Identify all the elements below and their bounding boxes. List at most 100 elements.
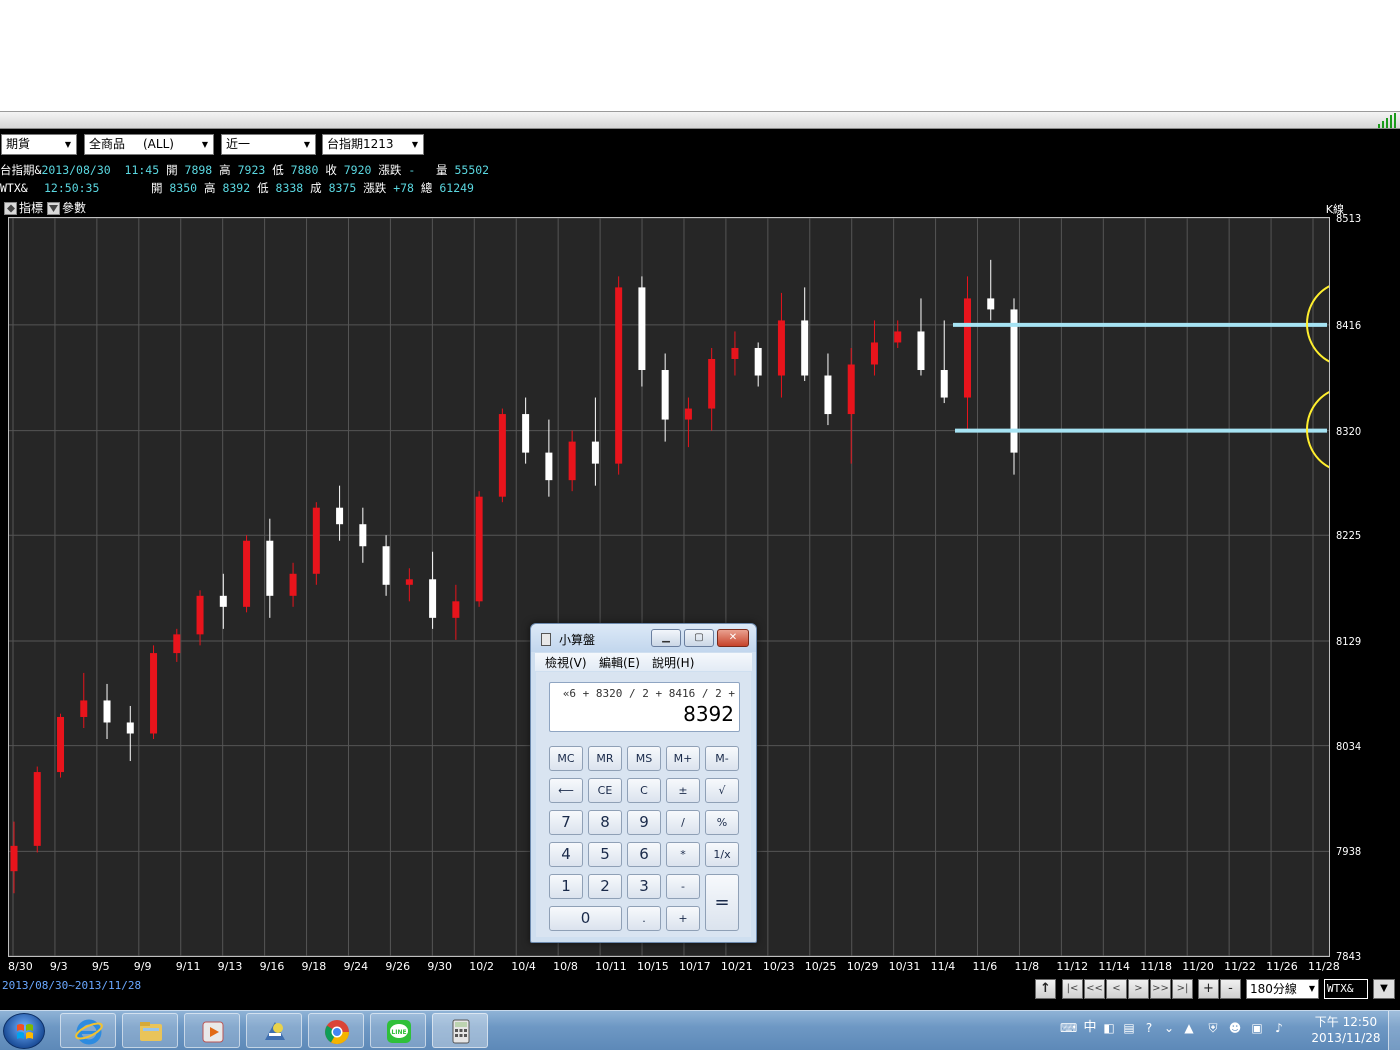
maximize-button[interactable]: ▢ [684, 629, 714, 647]
ime-mode[interactable]: 中 [1082, 1021, 1098, 1035]
key-3[interactable]: 3 [627, 874, 661, 899]
add-button[interactable]: + [666, 906, 700, 931]
open-label: 開 [166, 163, 178, 177]
product-select-extra: (ALL) [143, 137, 174, 151]
security-icon[interactable]: ⛨ [1206, 1021, 1220, 1035]
ime-menu-icon[interactable]: ⌄ [1162, 1021, 1176, 1035]
decimal-button[interactable]: . [627, 906, 661, 931]
help-icon[interactable]: ? [1142, 1021, 1156, 1035]
m-minus-button[interactable]: M- [705, 746, 739, 771]
volume-icon[interactable]: ♪ [1272, 1021, 1286, 1035]
x-tick-label: 9/5 [91, 960, 110, 973]
scroll-up-button[interactable]: ↑ [1035, 979, 1056, 999]
mc-button[interactable]: MC [549, 746, 583, 771]
fast-forward-button[interactable]: >> [1150, 979, 1171, 999]
zoom-in-button[interactable]: + [1198, 979, 1219, 999]
params-toggle-icon[interactable] [47, 202, 61, 215]
reciprocal-button[interactable]: 1/x [705, 842, 739, 867]
people-icon[interactable]: ☻ [1228, 1021, 1242, 1035]
candle-body [847, 364, 855, 415]
plus-minus-button[interactable]: ± [666, 778, 700, 803]
key-0[interactable]: 0 [549, 906, 622, 931]
divide-button[interactable]: / [666, 810, 700, 835]
key-8[interactable]: 8 [588, 810, 622, 835]
zoom-out-button[interactable]: - [1220, 979, 1241, 999]
network-icon[interactable]: ▣ [1250, 1021, 1264, 1035]
x-tick-label: 11/22 [1224, 960, 1256, 973]
indicator-toggle-icon[interactable] [4, 202, 17, 215]
last-page-button[interactable]: >| [1172, 979, 1193, 999]
backspace-button[interactable]: ⟵ [549, 778, 583, 803]
taskbar-media-player[interactable] [184, 1013, 240, 1048]
key-2[interactable]: 2 [588, 874, 622, 899]
calculator-titlebar[interactable]: 小算盤 ▁ ▢ ✕ [531, 624, 756, 652]
candle-body [591, 441, 599, 464]
candle-body [661, 370, 669, 420]
key-6[interactable]: 6 [627, 842, 661, 867]
period-select[interactable]: 近一 ▼ [221, 134, 316, 155]
menu-help[interactable]: 說明(H) [652, 654, 694, 671]
window-titlebar [0, 111, 1400, 129]
candle-body [522, 414, 530, 453]
x-tick-label: 11/20 [1182, 960, 1214, 973]
market-select[interactable]: 期貨 ▼ [1, 134, 77, 155]
x-tick-label: 11/28 [1308, 960, 1340, 973]
key-4[interactable]: 4 [549, 842, 583, 867]
keyboard-icon[interactable]: ▤ [1122, 1021, 1136, 1035]
taskbar-line[interactable]: LINE [370, 1013, 426, 1048]
ime-icon[interactable]: ⌨ [1060, 1021, 1077, 1035]
chevron-down-icon: ▼ [201, 140, 209, 149]
symbol-input[interactable]: WTX& [1324, 979, 1368, 999]
m-plus-button[interactable]: M+ [666, 746, 700, 771]
params-button[interactable]: 參數 [62, 201, 86, 215]
high-value: 8392 [222, 181, 251, 195]
key-7[interactable]: 7 [549, 810, 583, 835]
symbol-dropdown-button[interactable]: ▼ [1373, 979, 1395, 999]
first-page-button[interactable]: |< [1062, 979, 1083, 999]
minimize-button[interactable]: ▁ [651, 629, 681, 647]
timeframe-select[interactable]: 180分線 ▼ [1246, 979, 1319, 999]
mr-button[interactable]: MR [588, 746, 622, 771]
clear-entry-button[interactable]: CE [588, 778, 622, 803]
candle-body [312, 507, 320, 574]
x-tick-label: 11/4 [930, 960, 956, 973]
menu-edit[interactable]: 編輯(E) [599, 654, 640, 671]
product-select[interactable]: 全商品 (ALL) ▼ [84, 134, 214, 155]
contract-select[interactable]: 台指期1213 ▼ [322, 134, 424, 155]
equals-button[interactable]: = [705, 874, 739, 931]
show-desktop-button[interactable] [1388, 1011, 1400, 1051]
menu-view[interactable]: 檢視(V) [545, 654, 587, 671]
multiply-button[interactable]: * [666, 842, 700, 867]
key-1[interactable]: 1 [549, 874, 583, 899]
date-range-label: 2013/08/30~2013/11/28 [2, 979, 142, 992]
fast-back-button[interactable]: << [1084, 979, 1105, 999]
back-button[interactable]: < [1106, 979, 1127, 999]
low-value: 8338 [275, 181, 304, 195]
y-axis: 8513 8416 8320 8225 8129 8034 7938 7843 [1330, 212, 1400, 963]
sqrt-button[interactable]: √ [705, 778, 739, 803]
tray-expand-icon[interactable]: ▲ [1182, 1021, 1196, 1035]
candle-body [33, 772, 41, 846]
taskbar-ie[interactable] [60, 1013, 116, 1048]
clock[interactable]: 下午 12:50 2013/11/28 [1308, 1014, 1384, 1046]
start-button[interactable] [3, 1013, 45, 1049]
taskbar-chrome[interactable] [308, 1013, 364, 1048]
clear-button[interactable]: C [627, 778, 661, 803]
percent-button[interactable]: % [705, 810, 739, 835]
taskbar-calculator[interactable] [432, 1013, 488, 1048]
x-tick-label: 9/26 [385, 960, 411, 973]
calculator-body: «6 + 8320 / 2 + 8416 / 2 + 8392 MC MR MS M+… [536, 672, 751, 937]
close-button[interactable]: ✕ [717, 629, 749, 647]
fullwidth-icon[interactable]: ◧ [1102, 1021, 1116, 1035]
forward-button[interactable]: > [1128, 979, 1149, 999]
x-tick-label: 11/6 [972, 960, 998, 973]
ms-button[interactable]: MS [627, 746, 661, 771]
indicator-button[interactable]: 指標 [19, 201, 43, 215]
chevron-down-icon: ▼ [303, 140, 311, 149]
taskbar-explorer[interactable] [122, 1013, 178, 1048]
windows-logo-icon [17, 1024, 33, 1039]
taskbar-trading-app[interactable] [246, 1013, 302, 1048]
subtract-button[interactable]: - [666, 874, 700, 899]
key-5[interactable]: 5 [588, 842, 622, 867]
key-9[interactable]: 9 [627, 810, 661, 835]
